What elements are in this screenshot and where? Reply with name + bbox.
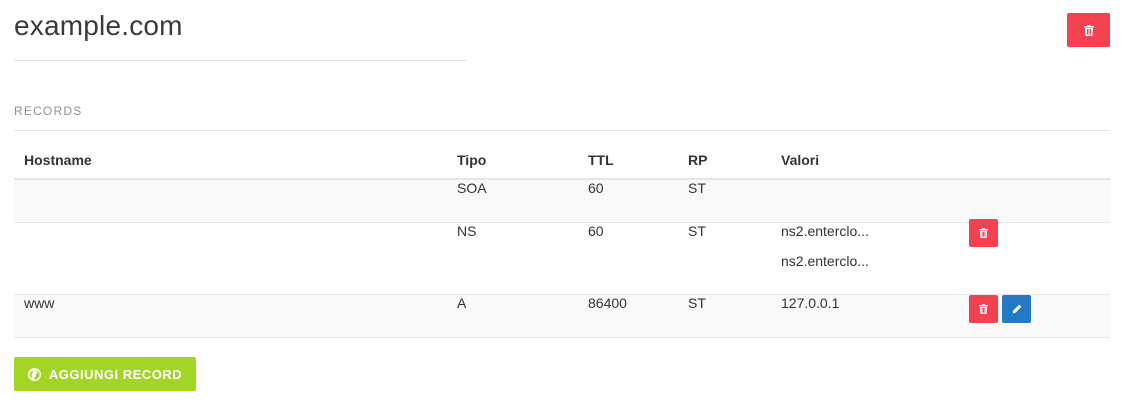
cell-rp: ST	[678, 222, 771, 295]
column-header-actions	[959, 142, 1110, 180]
cell-values: 127.0.0.1	[771, 294, 959, 338]
pencil-icon	[1012, 304, 1022, 314]
cell-actions	[959, 179, 1110, 223]
cell-type: NS	[447, 222, 578, 295]
delete-record-button[interactable]	[969, 219, 998, 247]
cell-actions	[959, 219, 1110, 295]
trash-icon	[979, 228, 988, 238]
cell-values: ns2.enterclo... ns2.enterclo...	[771, 222, 959, 295]
column-header-ttl[interactable]: TTL	[578, 142, 678, 180]
cell-ttl: 60	[578, 222, 678, 295]
record-value: ns2.enterclo...	[781, 253, 869, 269]
cell-actions	[959, 294, 1110, 338]
add-record-label: AGGIUNGI RECORD	[48, 366, 183, 382]
table-header-row: Hostname Tipo TTL RP Valori	[14, 142, 1110, 180]
cell-rp: ST	[678, 294, 771, 338]
cell-hostname	[14, 222, 447, 295]
table-row: SOA 60 ST	[14, 179, 1110, 223]
cell-rp: ST	[678, 179, 771, 223]
table-row: www A 86400 ST 127.0.0.1	[14, 294, 1110, 338]
delete-record-button[interactable]	[969, 295, 998, 323]
trash-icon	[1083, 24, 1094, 36]
page: example.com RECORDS Hostname Tipo TTL RP…	[0, 0, 1122, 402]
edit-record-button[interactable]	[1002, 295, 1031, 323]
cell-type: SOA	[447, 179, 578, 223]
cell-ttl: 60	[578, 179, 678, 223]
add-record-button[interactable]: AGGIUNGI RECORD	[14, 357, 196, 391]
title-divider	[14, 60, 468, 61]
trash-icon	[979, 304, 988, 314]
cell-hostname: www	[14, 294, 447, 338]
record-value: ns2.enterclo...	[781, 223, 869, 239]
cell-hostname	[14, 179, 447, 223]
record-value: 127.0.0.1	[781, 295, 840, 311]
records-table: Hostname Tipo TTL RP Valori SOA 60 ST NS…	[14, 142, 1110, 338]
records-section-label: RECORDS	[14, 104, 83, 118]
column-header-rp[interactable]: RP	[678, 142, 771, 180]
cell-values	[771, 179, 959, 223]
globe-icon	[27, 367, 41, 381]
cell-ttl: 86400	[578, 294, 678, 338]
column-header-type[interactable]: Tipo	[447, 142, 578, 180]
delete-domain-button[interactable]	[1067, 13, 1110, 47]
column-header-hostname[interactable]: Hostname	[14, 142, 447, 180]
records-divider	[14, 130, 1110, 131]
table-row: NS 60 ST ns2.enterclo... ns2.enterclo...	[14, 219, 1110, 295]
cell-type: A	[447, 294, 578, 338]
page-title: example.com	[14, 10, 183, 41]
column-header-values[interactable]: Valori	[771, 142, 959, 180]
